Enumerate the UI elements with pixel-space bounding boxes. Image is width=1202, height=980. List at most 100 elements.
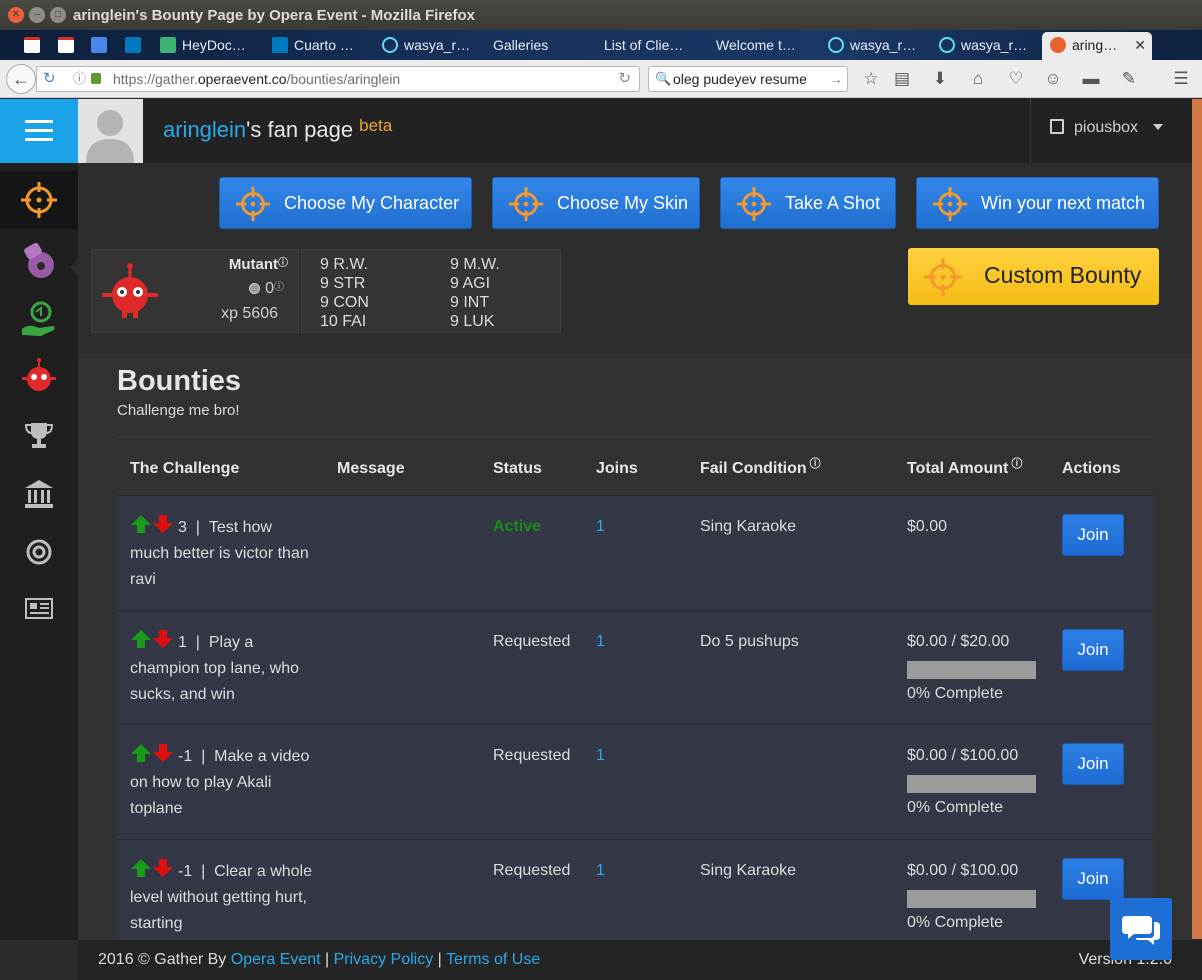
reading-list-icon[interactable]: ▤ (891, 68, 913, 90)
tab-translate[interactable] (91, 32, 111, 60)
window-title: aringlein's Bounty Page by Opera Event -… (73, 7, 475, 24)
tab-close-icon[interactable]: ✕ (1134, 32, 1146, 58)
bookmark-star-icon[interactable]: ☆ (860, 68, 882, 90)
join-button[interactable]: Join (1062, 629, 1124, 671)
table-row: 3 | Test how much better is victor than … (117, 495, 1153, 610)
custom-bounty-button[interactable]: Custom Bounty (908, 248, 1159, 305)
upvote-arrow-icon[interactable] (130, 743, 152, 763)
url-bar[interactable]: ↻ ⓘ https://gather.operaevent.co/bountie… (36, 66, 640, 92)
trophy-icon (24, 423, 54, 448)
tab-galleries[interactable]: Galleries (493, 32, 588, 60)
account-dropdown[interactable]: piousbox (1050, 119, 1163, 137)
newspaper-icon (25, 598, 53, 619)
back-button[interactable]: ← (6, 64, 36, 94)
joins-count-link[interactable]: 1 (596, 514, 605, 540)
join-button[interactable]: Join (1062, 858, 1124, 900)
vote-count: 3 (178, 519, 187, 536)
fail-condition: Sing Karaoke (700, 862, 797, 879)
info-icon[interactable]: ⓘ (274, 278, 284, 293)
reload-icon[interactable]: ↻ (43, 67, 56, 91)
joins-count-link[interactable]: 1 (596, 629, 605, 655)
footer-links: 2016 © Gather By Opera Event | Privacy P… (98, 951, 541, 968)
tab-welcome[interactable]: Welcome t… (716, 32, 811, 60)
window-minimize-button[interactable]: – (29, 7, 45, 23)
tab-gmail-2[interactable] (58, 32, 78, 60)
lock-icon (91, 73, 101, 84)
main-content: Choose My Character Choose My Skin Take … (78, 163, 1192, 954)
table-row: 1 | Play a champion top lane, who sucks,… (117, 610, 1153, 725)
info-icon[interactable]: ⓘ (1011, 458, 1022, 470)
character-name: Mutant ⓘ (228, 256, 288, 273)
menu-icon[interactable]: ☰ (1170, 68, 1192, 90)
privacy-policy-link[interactable]: Privacy Policy (334, 951, 434, 968)
tab-trello[interactable] (125, 32, 145, 60)
column-challenge: The Challenge (130, 460, 240, 477)
sidebar-item-potions[interactable] (0, 232, 78, 290)
downloads-icon[interactable]: ⬇ (929, 68, 951, 90)
progress-label: 0% Complete (907, 914, 1004, 931)
translate-icon (91, 37, 107, 53)
info-icon[interactable]: ⓘ (810, 458, 821, 470)
opera-event-link[interactable]: Opera Event (231, 951, 321, 968)
tab-wasya-2[interactable]: wasya_r… (828, 32, 923, 60)
status-badge: Requested (493, 747, 571, 764)
downvote-arrow-icon[interactable] (152, 514, 174, 534)
column-message: Message (337, 460, 405, 477)
progress-bar (907, 890, 1036, 908)
search-input[interactable]: 🔍 oleg pudeyev resume → (648, 66, 848, 92)
tab-cuarto[interactable]: Cuarto … (272, 32, 367, 60)
tab-heydoc[interactable]: HeyDoc… (160, 32, 255, 60)
upvote-arrow-icon[interactable] (130, 629, 152, 649)
url-text[interactable]: https://gather.operaevent.co/bounties/ar… (113, 67, 400, 91)
home-icon[interactable]: ⌂ (967, 68, 989, 90)
choose-character-button[interactable]: Choose My Character (219, 177, 472, 229)
window-maximize-button[interactable]: □ (50, 7, 66, 23)
win-next-match-button[interactable]: Win your next match (916, 177, 1159, 229)
sidebar-item-support[interactable] (0, 523, 78, 581)
downvote-arrow-icon[interactable] (152, 629, 174, 649)
crosshair-icon (21, 182, 57, 218)
go-arrow-icon[interactable]: ↻ (618, 67, 631, 91)
character-card: Mutant ⓘ 0 ⓘ xp 5606 (91, 249, 299, 333)
sidebar-item-bank[interactable] (0, 465, 78, 523)
tab-list-of-clients[interactable]: List of Clie… (604, 32, 699, 60)
info-icon[interactable]: ⓘ (73, 67, 86, 91)
info-icon[interactable]: ⓘ (278, 254, 288, 269)
tab-aringlein-active[interactable]: aring… ✕ (1042, 32, 1152, 60)
pocket-icon[interactable]: ♡ (1005, 68, 1027, 90)
avatar[interactable] (78, 99, 143, 163)
downvote-arrow-icon[interactable] (152, 743, 174, 763)
sidebar-item-news[interactable] (0, 580, 78, 638)
trello-icon (125, 37, 141, 53)
hamburger-menu-button[interactable] (0, 99, 78, 163)
bounties-table-header: The Challenge Message Status Joins Fail … (117, 437, 1153, 495)
choose-skin-button[interactable]: Choose My Skin (492, 177, 700, 229)
window-close-button[interactable]: ✕ (8, 7, 24, 23)
joins-count-link[interactable]: 1 (596, 743, 605, 769)
extension-2-icon[interactable]: ✎ (1118, 68, 1140, 90)
chat-button[interactable] (1110, 898, 1172, 960)
challenge-cell: -1 | Make a video on how to play Akali t… (130, 743, 315, 822)
sidebar-item-donate[interactable] (0, 290, 78, 348)
emoji-icon[interactable]: ☺ (1042, 68, 1064, 90)
join-button[interactable]: Join (1062, 514, 1124, 556)
sidebar-item-trophies[interactable] (0, 406, 78, 464)
search-go-icon[interactable]: → (829, 67, 843, 91)
terms-of-use-link[interactable]: Terms of Use (446, 951, 540, 968)
tab-wasya-1[interactable]: wasya_r… (382, 32, 477, 60)
extension-icon[interactable]: ▬ (1080, 68, 1102, 90)
tab-wasya-3[interactable]: wasya_r… (939, 32, 1034, 60)
tab-gmail-1[interactable] (24, 32, 44, 60)
join-button[interactable]: Join (1062, 743, 1124, 785)
sidebar-item-bounties[interactable] (0, 171, 78, 229)
joins-count-link[interactable]: 1 (596, 858, 605, 884)
sidebar-item-character[interactable] (0, 348, 78, 406)
upvote-arrow-icon[interactable] (130, 514, 152, 534)
downvote-arrow-icon[interactable] (152, 858, 174, 878)
stat-rw: 9 R.W. (320, 256, 369, 273)
bounties-subtitle: Challenge me bro! (117, 402, 240, 419)
upvote-arrow-icon[interactable] (130, 858, 152, 878)
take-shot-button[interactable]: Take A Shot (720, 177, 896, 229)
stat-str: 9 STR (320, 275, 366, 292)
bank-icon (25, 480, 53, 508)
